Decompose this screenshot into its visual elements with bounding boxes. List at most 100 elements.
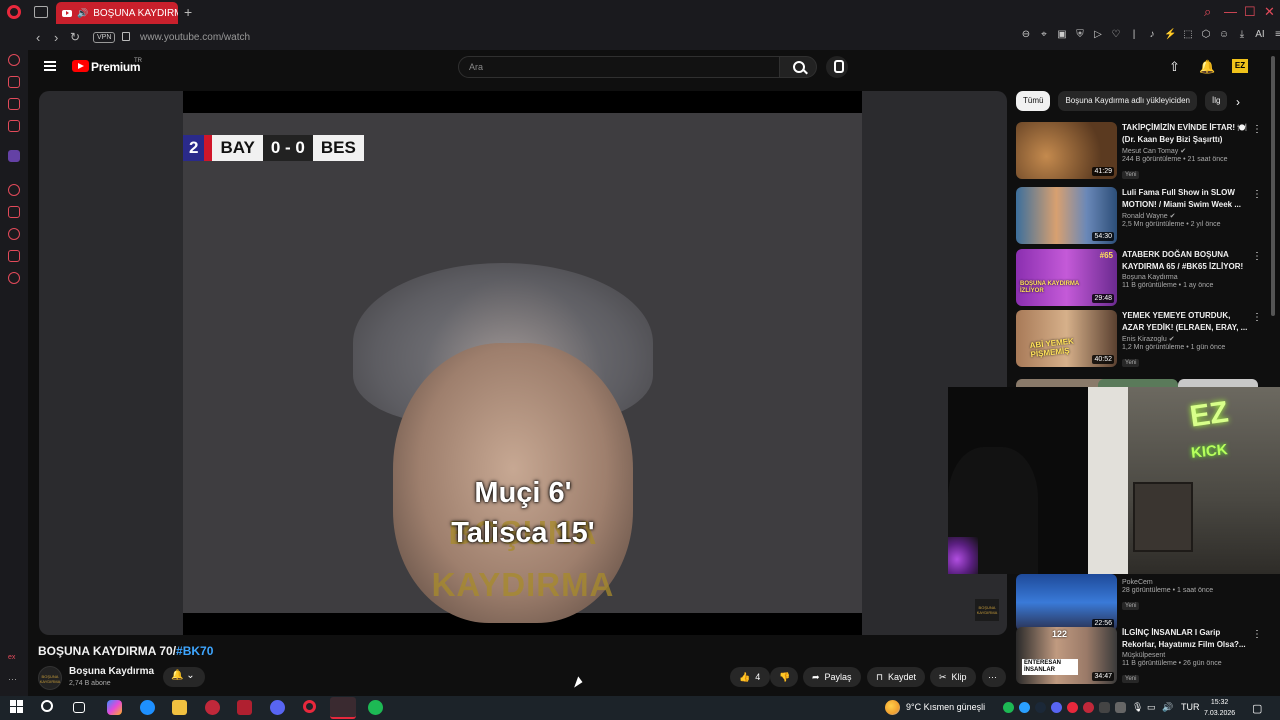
opera-gx-icon[interactable] <box>205 700 220 715</box>
like-button[interactable]: 👍 4 <box>730 667 770 687</box>
new-tab-button[interactable]: + <box>184 4 192 20</box>
close-window-icon[interactable]: ✕ <box>1264 4 1275 20</box>
windows-start-icon[interactable] <box>10 700 25 715</box>
zoom-icon[interactable]: ⊖ <box>1020 29 1032 40</box>
play-icon[interactable]: ▷ <box>1092 29 1104 40</box>
ai-label[interactable]: AI <box>1254 29 1266 40</box>
search-tabs-icon[interactable]: ⌕ <box>1204 4 1211 20</box>
rec-title[interactable]: ATABERK DOĞAN BOŞUNA KAYDIRMA 65 / #BK65… <box>1122 249 1250 273</box>
player-icon[interactable] <box>8 184 20 196</box>
youtube-logo-text[interactable]: Premium <box>91 60 141 74</box>
file-explorer-icon[interactable] <box>172 700 187 715</box>
reload-icon[interactable]: ↻ <box>70 30 80 44</box>
rec-channel[interactable]: PokeCem <box>1122 579 1250 586</box>
network-icon[interactable]: ▭ <box>1147 702 1156 713</box>
video-player[interactable]: 2 BAY 0 - 0 BES BOŞUNA KAYDIRMA Muçi 6' … <box>183 91 862 635</box>
upload-icon[interactable]: ⇧ <box>1169 59 1180 75</box>
recommendation-item[interactable]: ABİ YEMEK PİŞMEMİŞ 40:52 YEMEK YEMEYE OT… <box>1016 310 1266 368</box>
bag-icon[interactable] <box>8 76 20 88</box>
tray-steam-icon[interactable] <box>1035 702 1046 713</box>
volume-icon[interactable]: 🔊 <box>1162 702 1173 713</box>
task-view-icon[interactable] <box>73 702 85 713</box>
more-vert-icon[interactable]: ⋮ <box>1252 124 1262 135</box>
twitch-icon[interactable] <box>8 150 20 162</box>
ex-icon[interactable]: ex <box>8 654 20 666</box>
tray-app-icon[interactable] <box>1099 702 1110 713</box>
rec-channel[interactable]: Enis Kirazoglu ✔ <box>1122 335 1250 343</box>
voice-search-icon[interactable] <box>826 56 848 78</box>
menu-icon[interactable]: ≡ <box>1272 29 1280 40</box>
rec-channel[interactable]: Müşkülpesent <box>1122 652 1250 659</box>
search-taskbar-icon[interactable] <box>41 700 53 712</box>
recommendation-item[interactable]: BOŞUNA KAYDIRMA İZLİYOR #65 29:48 ATABER… <box>1016 249 1266 307</box>
mic-tray-icon[interactable]: 🎙 <box>1132 702 1143 713</box>
guide-menu-icon[interactable] <box>44 61 56 71</box>
thumbnail[interactable]: 41:29 <box>1016 122 1117 179</box>
active-tab[interactable]: 🔊 BOŞUNA KAYDIRMA 70/ × <box>56 2 178 24</box>
tab-manager-icon[interactable] <box>34 6 48 18</box>
maximize-icon[interactable]: ☐ <box>1244 4 1256 20</box>
more-icon[interactable]: ··· <box>8 674 20 686</box>
weather-icon[interactable] <box>885 700 900 715</box>
opera-logo-icon[interactable] <box>7 5 21 19</box>
thumbnail-partial[interactable] <box>1178 379 1258 387</box>
account-avatar[interactable]: EZ <box>1232 59 1248 73</box>
youtube-logo-icon[interactable] <box>72 60 89 72</box>
history-icon[interactable] <box>8 228 20 240</box>
voice-app-icon[interactable] <box>237 700 252 715</box>
recommendation-item[interactable]: 54:30 Luli Fama Full Show in SLOW MOTION… <box>1016 187 1266 245</box>
tray-opera-icon[interactable] <box>1067 702 1078 713</box>
language-indicator[interactable]: TUR <box>1181 702 1200 712</box>
chip-uploader[interactable]: Boşuna Kaydırma adlı yükleyiciden <box>1058 91 1197 111</box>
more-vert-icon[interactable]: ⋮ <box>1252 251 1262 262</box>
more-vert-icon[interactable]: ⋮ <box>1252 312 1262 323</box>
save-button[interactable]: ⊓ Kaydet <box>867 667 926 687</box>
rec-title[interactable]: Luli Fama Full Show in SLOW MOTION! / Mi… <box>1122 187 1250 211</box>
vpn-badge[interactable]: VPN <box>93 32 116 43</box>
discord-icon[interactable] <box>270 700 285 715</box>
chip-all[interactable]: Tümü <box>1016 91 1051 111</box>
profile-icon[interactable]: ☺ <box>1218 29 1230 40</box>
search-button[interactable] <box>779 56 817 78</box>
extensions-icon[interactable]: ⬡ <box>1200 29 1212 40</box>
lock-icon[interactable] <box>122 32 130 41</box>
scrollbar-thumb[interactable] <box>1271 56 1275 316</box>
copilot-icon[interactable] <box>107 700 122 715</box>
clip-button[interactable]: ✂ Klip <box>930 667 976 687</box>
recommendation-item[interactable]: 122 ENTERESAN İNSANLAR 34:47 İLGİNÇ İNSA… <box>1016 627 1266 685</box>
rec-channel[interactable]: Mesut Can Tomay ✔ <box>1122 147 1250 155</box>
thumbnail[interactable]: 54:30 <box>1016 187 1117 244</box>
tray-telegram-icon[interactable] <box>1019 702 1030 713</box>
tray-app2-icon[interactable] <box>1115 702 1126 713</box>
back-icon[interactable]: ‹ <box>36 30 40 45</box>
spotify-icon[interactable] <box>368 700 383 715</box>
hashtag-link[interactable]: #BK70 <box>176 644 213 658</box>
tray-discord-icon[interactable] <box>1051 702 1062 713</box>
share-button[interactable]: ➦ Paylaş <box>803 667 861 687</box>
notifications-icon[interactable]: ▢ <box>1252 702 1262 715</box>
translate-icon[interactable]: ⚡ <box>1164 29 1176 40</box>
thumbnail[interactable]: 22:56 <box>1016 574 1117 631</box>
audio-icon[interactable]: ♪ <box>1146 29 1158 40</box>
thumbnail-partial[interactable] <box>1098 379 1178 387</box>
aria-icon[interactable] <box>8 54 20 66</box>
tray-gx-icon[interactable] <box>1083 702 1094 713</box>
rec-title[interactable]: YEMEK YEMEYE OTURDUK, AZAR YEDİK! (ELRAE… <box>1122 310 1250 334</box>
chevron-right-icon[interactable]: › <box>1236 95 1240 109</box>
minimize-icon[interactable]: — <box>1224 4 1237 19</box>
download-icon[interactable]: ⤓ <box>1236 29 1248 40</box>
subscribed-bell-button[interactable]: 🔔 ⌄ <box>163 667 205 687</box>
url-field[interactable]: www.youtube.com/watch <box>140 32 250 43</box>
thumbnail[interactable]: ABİ YEMEK PİŞMEMİŞ 40:52 <box>1016 310 1117 367</box>
thumbnail[interactable]: 122 ENTERESAN İNSANLAR 34:47 <box>1016 627 1117 684</box>
more-vert-icon[interactable]: ⋮ <box>1252 189 1262 200</box>
weather-text[interactable]: 9°C Kısmen güneşli <box>906 702 985 712</box>
settings-icon[interactable] <box>8 272 20 284</box>
opera-icon[interactable] <box>303 700 316 713</box>
thumbnail[interactable]: BOŞUNA KAYDIRMA İZLİYOR #65 29:48 <box>1016 249 1117 306</box>
chip-related[interactable]: İlg <box>1204 91 1228 111</box>
shield-icon[interactable]: ⛨ <box>1074 29 1086 40</box>
more-vert-icon[interactable]: ⋮ <box>1252 629 1262 640</box>
opera-active-icon[interactable] <box>330 697 356 719</box>
messenger-icon[interactable] <box>8 98 20 110</box>
